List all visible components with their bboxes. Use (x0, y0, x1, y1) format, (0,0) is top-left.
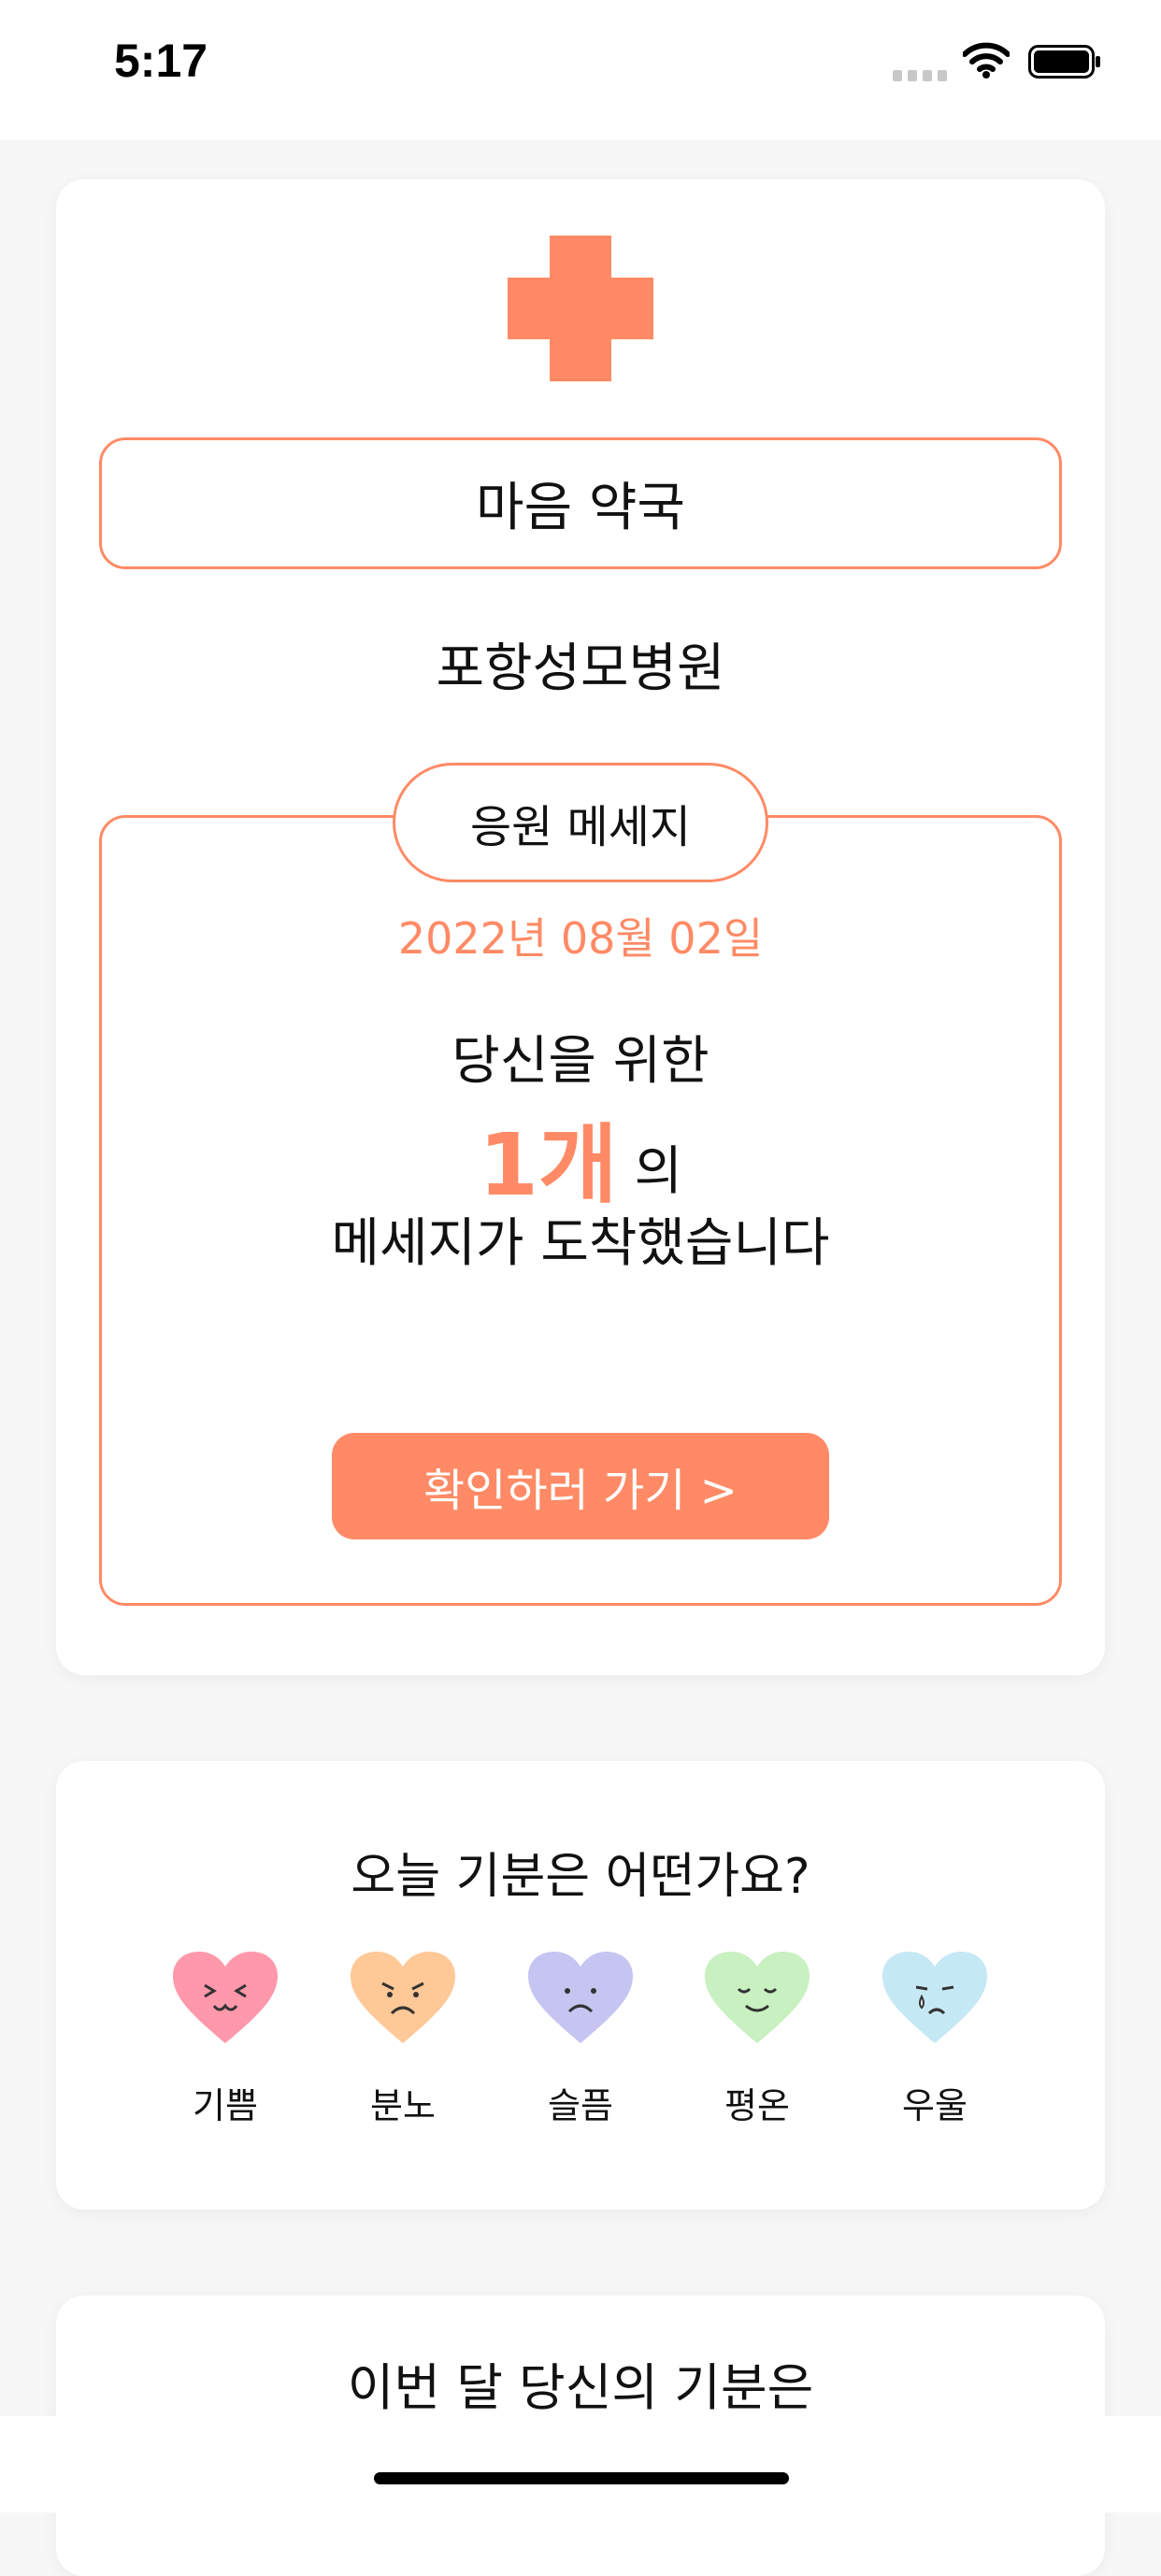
mood-happy[interactable]: 기쁨 (150, 1952, 300, 2128)
message-count: 1개 (479, 1115, 618, 1215)
wifi-icon (962, 41, 1010, 82)
cellular-signal-icon (893, 67, 947, 85)
mood-label: 슬픔 (548, 2085, 613, 2126)
mood-angry[interactable]: 분노 (328, 1952, 478, 2128)
mood-label: 분노 (370, 2085, 436, 2126)
happy-heart-icon (173, 1952, 278, 2043)
message-count-suffix: 의 (617, 1141, 682, 1202)
monthly-mood-title: 이번 달 당신의 기분은 (347, 2358, 814, 2417)
check-message-button[interactable]: 확인하러 가기 > (332, 1433, 829, 1539)
battery-icon (1028, 45, 1101, 82)
message-line1: 당신을 위한 (452, 1031, 710, 1092)
angry-heart-icon (351, 1952, 455, 2043)
message-date: 2022년 08월 02일 (397, 913, 764, 964)
mood-depressed[interactable]: 우울 (860, 1952, 1010, 2128)
page-title: 마음 약국 (99, 437, 1062, 569)
medical-cross-icon (508, 236, 653, 385)
bottom-safe-area (0, 2416, 1161, 2512)
sad-heart-icon (528, 1952, 633, 2043)
mood-question: 오늘 기분은 어떤가요? (351, 1849, 810, 1905)
home-indicator[interactable] (374, 2472, 789, 2484)
depressed-heart-icon (882, 1952, 987, 2043)
message-line3: 메세지가 도착했습니다 (331, 1213, 830, 1274)
message-tab-label: 응원 메세지 (393, 763, 768, 882)
mood-label: 기쁨 (193, 2085, 258, 2126)
hospital-name: 포항성모병원 (436, 638, 725, 699)
mood-label: 평온 (724, 2085, 790, 2126)
calm-heart-icon (705, 1952, 810, 2043)
status-time: 5:17 (114, 35, 208, 87)
mood-sad[interactable]: 슬픔 (506, 1952, 655, 2128)
mood-calm[interactable]: 평온 (682, 1952, 832, 2128)
mood-label: 우울 (902, 2085, 968, 2126)
